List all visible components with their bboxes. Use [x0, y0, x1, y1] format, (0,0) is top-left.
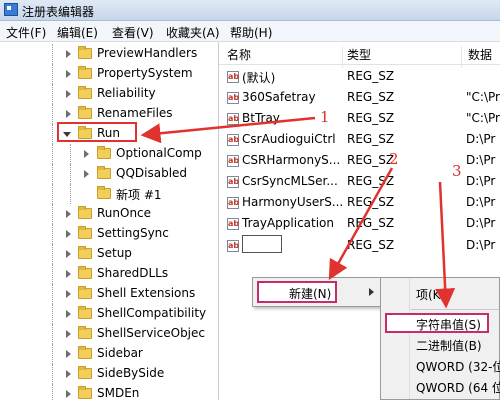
- arrow-to-new: [328, 167, 394, 281]
- annotation-number: 3: [452, 162, 462, 180]
- annotation-number: 1: [320, 108, 330, 126]
- arrow-to-string-value: [435, 181, 456, 309]
- annotation-arrows: [140, 116, 456, 309]
- arrow-to-run: [140, 116, 316, 144]
- annotation-number: 2: [389, 150, 399, 168]
